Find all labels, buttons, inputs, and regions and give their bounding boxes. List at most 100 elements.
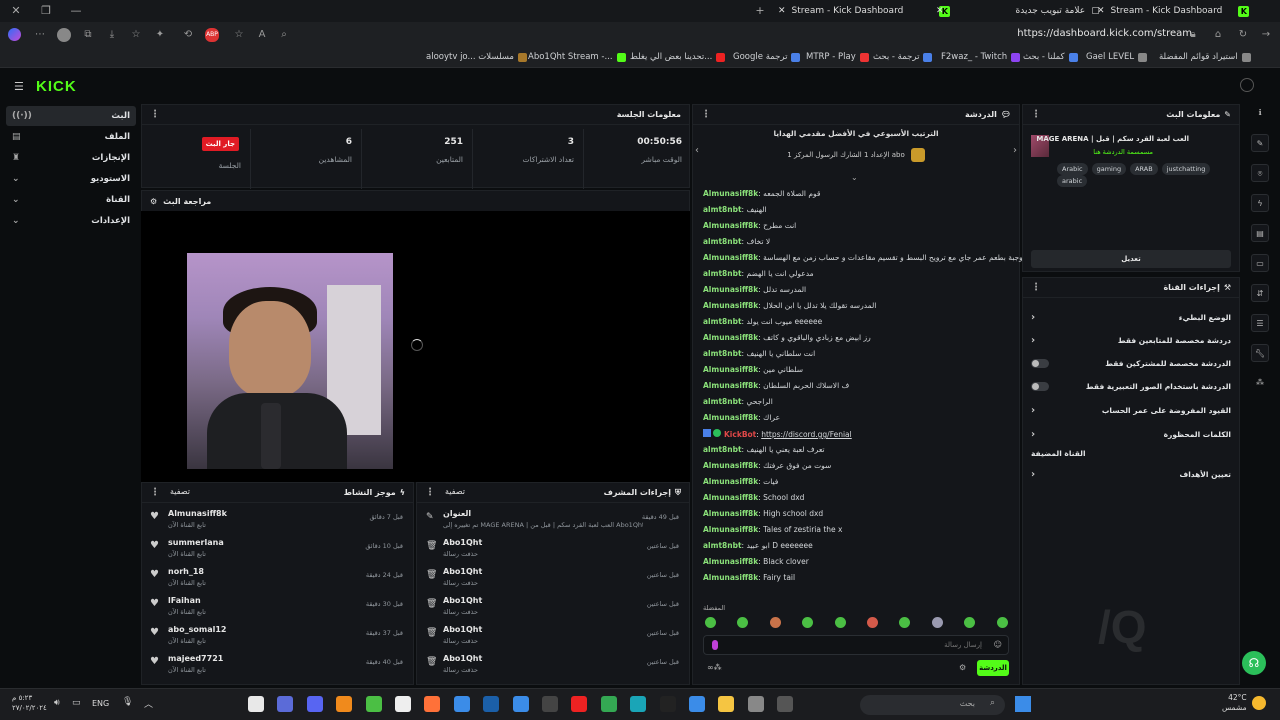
language-indicator[interactable]: ENG — [92, 699, 109, 708]
steam-icon[interactable] — [483, 696, 500, 712]
mod-action-user[interactable]: Abo1Qht — [443, 596, 482, 605]
zoom-icon[interactable]: ⌕ — [277, 28, 291, 42]
chevron-left-icon[interactable]: ‹ — [695, 145, 699, 156]
network-icon[interactable]: ▭ — [72, 698, 81, 708]
emote-icon[interactable] — [834, 617, 846, 628]
channel-action-item[interactable]: › الكلمات المحظورة — [1031, 425, 1231, 443]
collapse-icon[interactable]: ⌄ — [851, 173, 858, 182]
clock[interactable]: ٥:٢٣ م ٢٧/٠٢/٢٠٢٤ — [12, 693, 47, 713]
more-options-icon[interactable]: ⋮ — [1031, 282, 1041, 293]
activity-user[interactable]: Almunasiff8k — [168, 509, 227, 518]
support-chat-button[interactable]: ☊ — [1242, 651, 1266, 675]
adblock-icon[interactable]: ABP — [205, 28, 219, 42]
lock-icon[interactable]: 🔒︎ — [1186, 28, 1200, 42]
bookmark-item[interactable]: Gael LEVEL — [1086, 52, 1148, 62]
restore-window-icon[interactable]: ❐ — [38, 3, 54, 19]
mod-action-user[interactable]: Abo1Qht — [443, 654, 482, 663]
url-field[interactable]: https://dashboard.kick.com/stream — [1017, 28, 1192, 39]
document-icon[interactable]: ▤ — [1251, 224, 1269, 242]
bookmark-item[interactable]: alooytv jo... مسلسلات — [426, 52, 527, 62]
sidebar-item-channel[interactable]: ⌄ القناة — [6, 190, 136, 210]
channel-action-item[interactable]: › القيود المفروضة على عمر الحساب — [1031, 401, 1231, 419]
profile-icon[interactable] — [57, 28, 71, 42]
chat-settings-icon[interactable]: ⚙ — [959, 663, 966, 672]
edit-stream-info-button[interactable]: تعديل — [1031, 250, 1231, 268]
capture-icon[interactable] — [777, 696, 794, 712]
chat-username[interactable]: almt8nbt — [703, 349, 742, 358]
chat-username[interactable]: Almunasiff8k — [703, 253, 758, 262]
channel-action-item[interactable]: › دردشة مخصصة للمتابعين فقط — [1031, 331, 1231, 349]
bookmark-item[interactable]: MTRP - Play — [806, 52, 869, 62]
vlc-icon[interactable] — [336, 696, 353, 712]
photos-icon[interactable] — [689, 696, 705, 712]
sidebar-item-studio[interactable]: ⌄ الاستوديو — [6, 169, 136, 189]
chat-username[interactable]: Almunasiff8k — [703, 285, 758, 294]
chat-tools-icon[interactable]: ∞⁂ — [707, 663, 722, 672]
more-options-icon[interactable]: ⋮ — [701, 109, 711, 120]
close-tab-icon[interactable]: ✕ — [936, 6, 944, 16]
bookmark-item[interactable]: تحدينا بعض الي يغلط... — [630, 52, 726, 62]
store-icon[interactable] — [453, 696, 470, 712]
close-tab-icon[interactable]: ✕ — [778, 6, 786, 16]
chat-username[interactable]: almt8nbt — [703, 269, 742, 278]
video-editor-icon[interactable] — [747, 696, 764, 712]
edit-icon[interactable]: ✎ — [1251, 134, 1269, 152]
chat-link[interactable]: https://discord.gg/Fenial — [761, 430, 852, 439]
bookmark-item[interactable]: استيراد قوائم المفضلة — [1159, 52, 1251, 62]
activity-item[interactable]: ♥ lFaihan تابع القناة الآن قبل 30 دقيقة — [142, 594, 413, 623]
channel-action-item[interactable]: الدردشة باستخدام الصور التعبيرية فقط — [1031, 377, 1231, 395]
layout-icon[interactable]: ☰ — [1251, 314, 1269, 332]
mod-action-item[interactable]: 🗑︎ Abo1Qht حذفت رسالة قبل ساعتين — [417, 623, 689, 652]
mod-action-item[interactable]: 🗑︎ Abo1Qht حذفت رسالة قبل ساعتين — [417, 536, 689, 565]
speaker-icon[interactable]: 🔊︎ — [54, 698, 60, 708]
steam-tool-icon[interactable] — [395, 696, 411, 712]
lightning-icon[interactable]: ϟ — [1251, 194, 1269, 212]
media-player-icon[interactable] — [365, 696, 382, 712]
chat-username[interactable]: Almunasiff8k — [703, 381, 758, 390]
toggle-switch[interactable] — [1031, 358, 1049, 368]
close-tab-icon[interactable]: ✕ — [1097, 6, 1105, 16]
home-icon[interactable]: ⌂ — [1211, 28, 1225, 42]
split-icon[interactable]: ⇵ — [1251, 284, 1269, 302]
activity-user[interactable]: majeed7721 — [168, 654, 223, 663]
activity-item[interactable]: ♥ norh_18 تابع القناة الآن قبل 24 دقيقة — [142, 565, 413, 594]
bookmark-item[interactable]: كملنا - بحث — [1023, 52, 1078, 62]
chat-icon[interactable]: ▭ — [1251, 254, 1269, 272]
reload-icon[interactable]: ↻ — [1236, 28, 1250, 42]
activity-item[interactable]: ♥ majeed7721 تابع القناة الآن قبل 40 دقيقة — [142, 652, 413, 681]
teams-icon[interactable] — [277, 696, 294, 712]
mod-action-user[interactable]: Abo1Qht — [443, 538, 482, 547]
channel-action-item[interactable]: القناة المضيفة — [1031, 444, 1231, 462]
mod-action-item[interactable]: 🗑︎ Abo1Qht حذفت رسالة قبل ساعتين — [417, 594, 689, 623]
emote-icon[interactable] — [705, 617, 716, 628]
chat-input[interactable]: إرسال رسالة ☺ — [703, 635, 1009, 655]
store2-icon[interactable] — [512, 696, 529, 712]
discord-icon[interactable] — [306, 696, 323, 712]
emoji-icon[interactable]: ☺ — [994, 640, 1002, 649]
stream-category[interactable]: مسمسمة الدردشة هنا — [1093, 148, 1153, 156]
downloads-icon[interactable]: ⤓ — [105, 28, 119, 42]
chrome-icon[interactable] — [600, 696, 617, 712]
chat-username[interactable]: almt8nbt — [703, 397, 742, 406]
more-options-icon[interactable]: ⋮ — [150, 487, 160, 498]
chat-username[interactable]: Almunasiff8k — [703, 301, 758, 310]
chat-username[interactable]: Almunasiff8k — [703, 461, 758, 470]
mod-action-user[interactable]: Abo1Qht — [443, 567, 482, 576]
chat-username[interactable]: almt8nbt — [703, 541, 742, 550]
chat-username[interactable]: almt8nbt — [703, 445, 742, 454]
mod-action-item[interactable]: 🗑︎ Abo1Qht حذفت رسالة قبل ساعتين — [417, 565, 689, 594]
more-options-icon[interactable]: ⋮ — [150, 109, 160, 120]
wrench-icon[interactable]: 🔧︎ — [1251, 344, 1269, 362]
chat-username[interactable]: KickBot — [724, 430, 756, 439]
channel-action-item[interactable]: الدردشة مخصصة للمشتركين فقط — [1031, 354, 1231, 372]
epic-games-icon[interactable] — [659, 696, 676, 712]
chat-username[interactable]: Almunasiff8k — [703, 365, 758, 374]
camera-icon[interactable]: ⌾ — [1251, 164, 1269, 182]
plugins-icon[interactable]: ⁂ — [1251, 374, 1269, 392]
chat-username[interactable]: Almunasiff8k — [703, 333, 758, 342]
menu-icon[interactable]: ☰ — [14, 80, 24, 93]
extensions-icon[interactable]: ⧉ — [81, 28, 95, 42]
firefox-icon[interactable] — [424, 696, 441, 712]
read-aloud-icon[interactable]: A — [255, 28, 269, 42]
chat-username[interactable]: Almunasiff8k — [703, 221, 758, 230]
